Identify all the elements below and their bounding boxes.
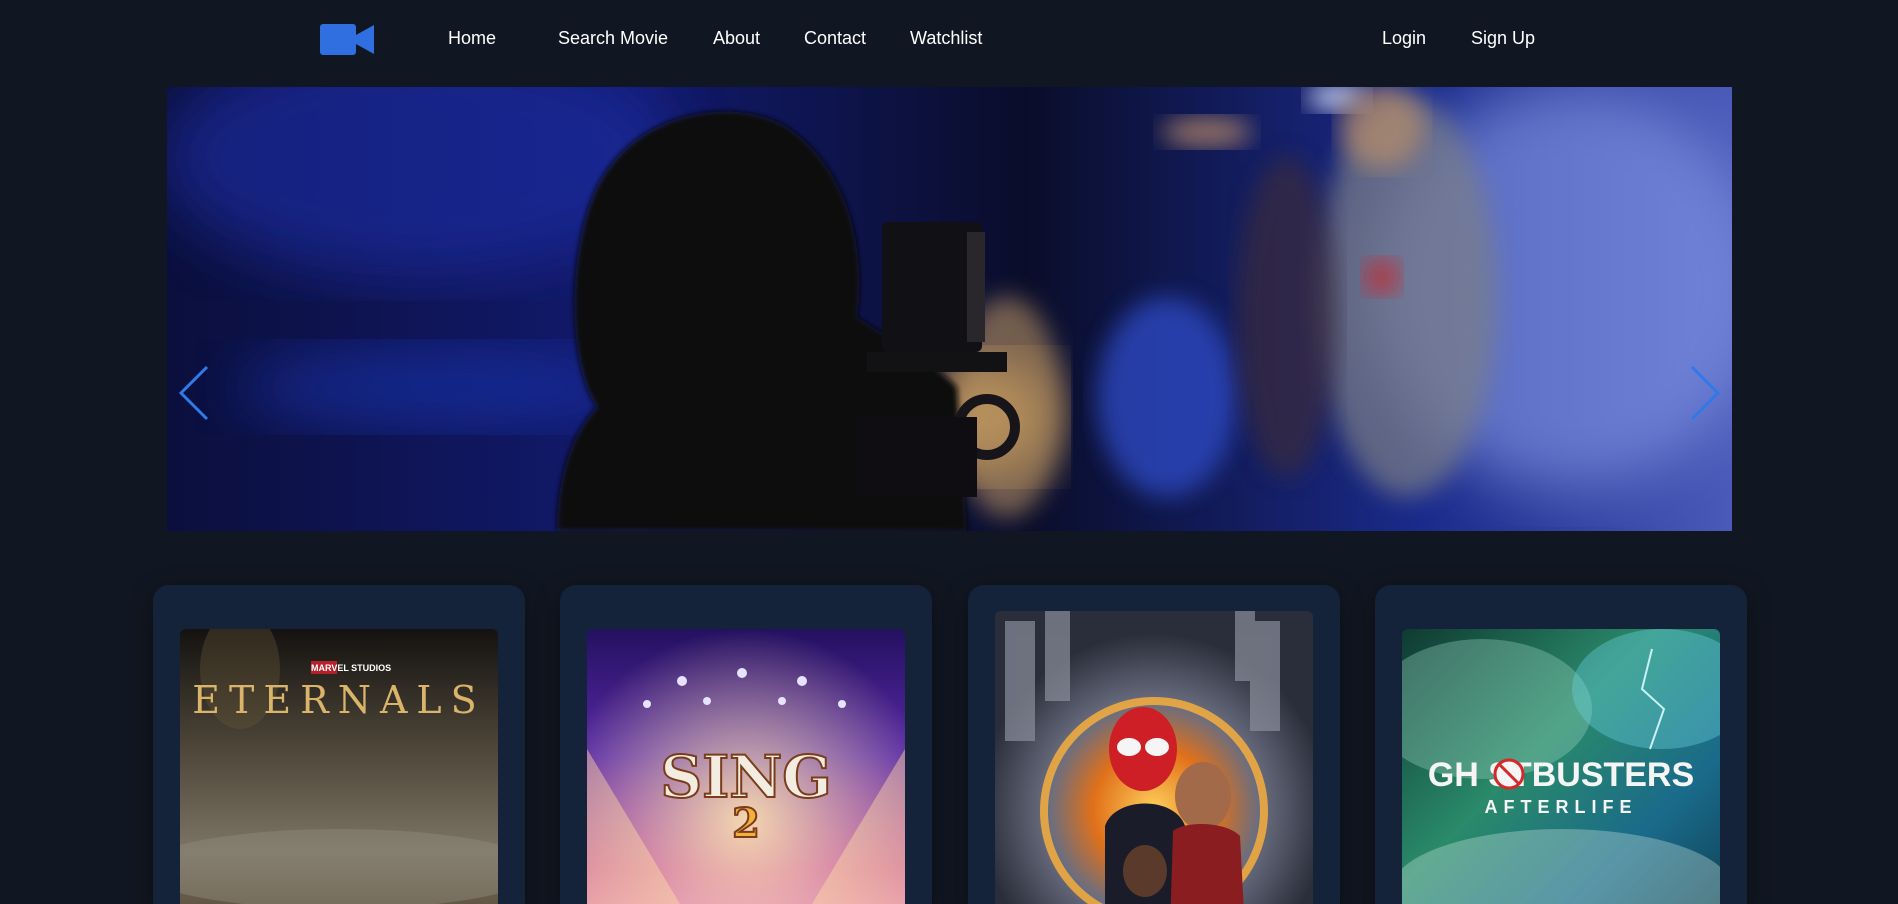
- movie-poster-ghostbusters[interactable]: GH STBUSTERS AFTERLIFE: [1402, 629, 1720, 904]
- poster-studio-label: MARVEL STUDIOS: [311, 663, 391, 673]
- nav-watchlist-link[interactable]: Watchlist: [910, 28, 982, 49]
- hero-carousel: [167, 87, 1732, 531]
- nav-contact-link[interactable]: Contact: [804, 28, 866, 49]
- login-link[interactable]: Login: [1382, 28, 1426, 49]
- carousel-next-button[interactable]: [1688, 363, 1722, 423]
- poster-title-text: ETERNALS: [192, 678, 485, 722]
- nav-about-link[interactable]: About: [713, 28, 760, 49]
- movie-card: MARVEL STUDIOS ETERNALS: [153, 585, 525, 904]
- poster-number-text: 2: [732, 800, 760, 847]
- poster-subtitle-text: AFTERLIFE: [1485, 797, 1638, 817]
- video-camera-icon[interactable]: [320, 22, 376, 57]
- top-navbar: Home Search Movie About Contact Watchlis…: [0, 0, 1898, 78]
- chevron-left-icon: [178, 365, 209, 421]
- movie-poster-spider-man[interactable]: [995, 611, 1313, 904]
- hero-slide-image: [167, 87, 1732, 531]
- movie-poster-eternals[interactable]: MARVEL STUDIOS ETERNALS: [180, 629, 498, 904]
- nav-search-movie-link[interactable]: Search Movie: [558, 28, 668, 49]
- movie-card: SING 2: [560, 585, 932, 904]
- chevron-right-icon: [1690, 365, 1721, 421]
- signup-link[interactable]: Sign Up: [1471, 28, 1535, 49]
- movie-card: GH STBUSTERS AFTERLIFE: [1375, 585, 1747, 904]
- movie-poster-sing-2[interactable]: SING 2: [587, 629, 905, 904]
- movie-card-grid: MARVEL STUDIOS ETERNALS SING 2 GH STBUST…: [0, 585, 1898, 904]
- nav-home-link[interactable]: Home: [448, 28, 496, 49]
- poster-title-text: GH STBUSTERS: [1428, 756, 1694, 794]
- movie-card: [968, 585, 1340, 904]
- carousel-prev-button[interactable]: [177, 363, 211, 423]
